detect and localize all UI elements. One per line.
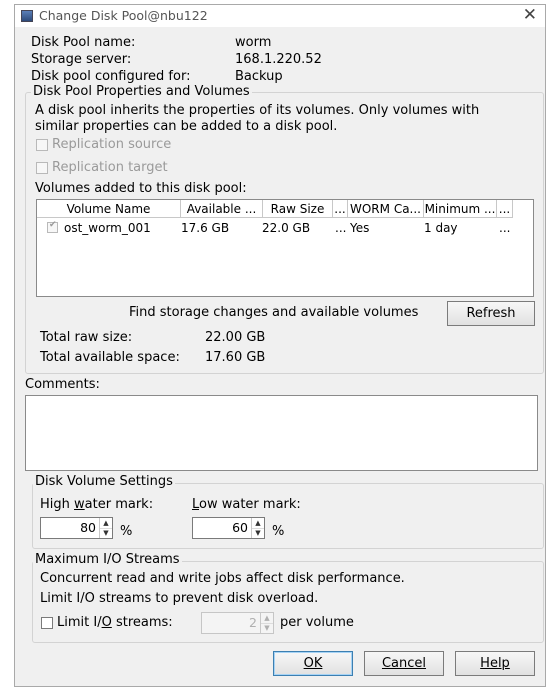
replication-target-label: Replication target — [52, 160, 168, 175]
storage-server-value: 168.1.220.52 — [235, 52, 322, 67]
window-title: Change Disk Pool@nbu122 — [39, 8, 208, 23]
high-percent-label: % — [120, 524, 133, 539]
find-storage-label: Find storage changes and available volum… — [129, 305, 419, 320]
per-volume-label: per volume — [280, 615, 354, 630]
volume-row-checkbox[interactable]: ✔ — [47, 220, 58, 233]
column-header-raw-size[interactable]: Raw Size — [263, 200, 333, 218]
low-percent-label: % — [272, 524, 285, 539]
volumes-table[interactable]: Volume Name Available ... Raw Size ... W… — [36, 199, 534, 297]
total-raw-size-value: 22.00 GB — [205, 330, 266, 345]
volume-col4-cell: ... — [335, 221, 347, 235]
properties-group-title: Disk Pool Properties and Volumes — [31, 84, 252, 99]
cancel-button[interactable]: Cancel — [364, 651, 444, 676]
volume-minimum-cell: 1 day — [424, 221, 458, 235]
volume-col7-cell: ... — [499, 221, 511, 235]
total-raw-size-label: Total raw size: — [40, 330, 133, 345]
change-disk-pool-dialog: Change Disk Pool@nbu122 ✕ Disk Pool name… — [14, 4, 546, 687]
disk-volume-settings-group — [32, 483, 544, 549]
decrement-icon[interactable]: ▼ — [261, 623, 273, 633]
replication-source-checkbox[interactable] — [36, 139, 48, 151]
io-streams-title: Maximum I/O Streams — [33, 552, 182, 567]
column-header-available[interactable]: Available ... — [181, 200, 263, 218]
comments-field[interactable] — [25, 395, 538, 471]
total-available-label: Total available space: — [40, 350, 180, 365]
io-streams-spinner[interactable]: 2 ▲ ▼ — [201, 612, 274, 634]
low-water-mark-spinner[interactable]: 60 ▲ ▼ — [192, 517, 265, 539]
high-water-mark-value[interactable]: 80 — [80, 520, 96, 535]
volume-raw-size-cell: 22.0 GB — [262, 221, 311, 235]
decrement-icon[interactable]: ▼ — [100, 528, 112, 538]
configured-for-label: Disk pool configured for: — [31, 69, 191, 84]
replication-source-label: Replication source — [52, 137, 172, 152]
decrement-icon[interactable]: ▼ — [252, 528, 264, 538]
properties-description-1: A disk pool inherits the properties of i… — [35, 103, 480, 118]
volume-worm-cell: Yes — [350, 221, 370, 235]
volume-name-cell: ost_worm_001 — [64, 221, 151, 235]
help-button[interactable]: Help — [455, 651, 535, 676]
replication-target-checkbox[interactable] — [36, 162, 48, 174]
storage-server-label: Storage server: — [31, 52, 132, 67]
high-water-mark-label: High water mark: — [40, 497, 154, 512]
high-water-mark-spinner[interactable]: 80 ▲ ▼ — [40, 517, 113, 539]
properties-description-2: similar properties can be added to a dis… — [35, 119, 338, 134]
app-icon — [21, 10, 33, 22]
title-bar: Change Disk Pool@nbu122 ✕ — [15, 5, 545, 27]
volumes-label: Volumes added to this disk pool: — [35, 181, 247, 196]
column-header-volume-name[interactable]: Volume Name — [37, 200, 181, 218]
disk-volume-settings-title: Disk Volume Settings — [33, 474, 175, 489]
io-description-2: Limit I/O streams to prevent disk overlo… — [40, 591, 319, 606]
column-header-7[interactable]: ... — [497, 200, 513, 218]
close-icon[interactable]: ✕ — [523, 5, 537, 25]
disk-pool-name-label: Disk Pool name: — [31, 35, 136, 50]
limit-io-streams-checkbox[interactable] — [41, 617, 53, 629]
comments-label: Comments: — [25, 377, 100, 392]
limit-io-streams-label: Limit I/O streams: — [57, 615, 173, 630]
column-header-4[interactable]: ... — [333, 200, 348, 218]
refresh-button[interactable]: Refresh — [447, 301, 535, 326]
ok-button[interactable]: OK — [273, 651, 353, 676]
io-streams-value[interactable]: 2 — [249, 615, 257, 630]
column-header-worm[interactable]: WORM Ca... — [348, 200, 424, 218]
io-description-1: Concurrent read and write jobs affect di… — [40, 571, 405, 586]
volume-available-cell: 17.6 GB — [181, 221, 230, 235]
low-water-mark-label: Low water mark: — [192, 497, 301, 512]
total-available-value: 17.60 GB — [205, 350, 266, 365]
disk-pool-name-value: worm — [235, 35, 272, 50]
low-water-mark-value[interactable]: 60 — [232, 520, 248, 535]
configured-for-value: Backup — [235, 69, 283, 84]
column-header-minimum[interactable]: Minimum ... — [424, 200, 497, 218]
